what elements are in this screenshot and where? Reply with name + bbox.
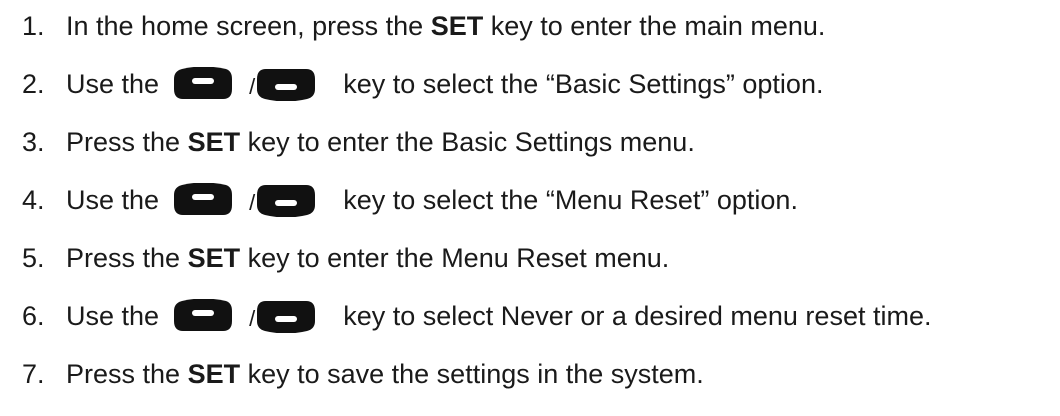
key-separator: / (249, 190, 256, 215)
step-number: 2. (22, 68, 45, 99)
step-6: 6. Use the / key to select Never or a de… (22, 296, 931, 336)
step-number: 5. (22, 242, 45, 273)
key-separator: / (249, 74, 256, 99)
step-2: 2. Use the / key to select the “Basic Se… (22, 64, 823, 104)
step-text: Press the SET key to save the settings i… (66, 358, 704, 389)
step-number: 6. (22, 300, 45, 331)
key-separator: / (249, 306, 256, 331)
step-text-before: Use the (66, 184, 160, 215)
step-text-after: key to select the “Menu Reset” option. (343, 184, 798, 215)
step-text-before: Press the (66, 358, 188, 389)
step-7: 7. Press the SET key to save the setting… (22, 354, 704, 394)
step-text-after: key to save the settings in the system. (240, 358, 704, 389)
step-number: 3. (22, 126, 45, 157)
step-4: 4. Use the / key to select the “Menu Res… (22, 180, 798, 220)
step-number: 1. (22, 10, 45, 41)
step-number: 4. (22, 184, 45, 215)
step-text-after: key to select Never or a desired menu re… (343, 300, 932, 331)
step-text-before: Use the (66, 68, 160, 99)
step-number: 7. (22, 358, 45, 389)
step-text-after: key to select the “Basic Settings” optio… (343, 68, 824, 99)
step-text-before: Use the (66, 300, 160, 331)
set-key-label: SET (187, 358, 241, 389)
instruction-list: 1. In the home screen, press the SET key… (0, 0, 1060, 416)
